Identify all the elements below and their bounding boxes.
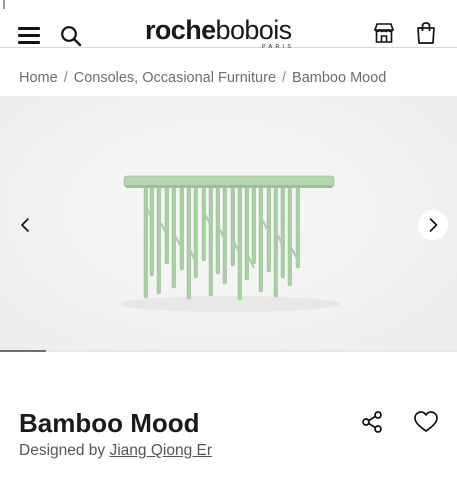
logo-text-light: bobois (215, 15, 293, 45)
gallery-progress-fill (0, 350, 46, 352)
breadcrumb: Home / Consoles, Occasional Furniture / Bamb… (19, 68, 386, 88)
store-icon[interactable] (372, 21, 396, 45)
product-image-gallery[interactable] (0, 96, 457, 352)
logo-text-bold: roche (145, 15, 216, 45)
gallery-prev-button[interactable] (12, 212, 38, 238)
product-image-bamboo-console (120, 175, 340, 312)
site-header: rochebobois PARIS (0, 0, 457, 50)
hamburger-menu-icon[interactable] (18, 26, 40, 44)
product-designer: Designed by Jiang Qiong Er (19, 441, 212, 461)
breadcrumb-category[interactable]: Consoles, Occasional Furniture (74, 70, 276, 86)
chevron-left-icon (21, 218, 29, 232)
product-title: Bamboo Mood (19, 408, 200, 438)
logo-subtitle: PARIS (262, 44, 295, 50)
gallery-progress-track (0, 350, 457, 352)
breadcrumb-current[interactable]: Bamboo Mood (292, 70, 386, 86)
designer-link[interactable]: Jiang Qiong Er (109, 442, 212, 459)
designed-by-label: Designed by (19, 442, 106, 459)
breadcrumb-separator: / (63, 70, 68, 86)
chevron-right-icon (429, 218, 438, 232)
brand-logo[interactable]: rochebobois PARIS (145, 14, 315, 52)
breadcrumb-separator: / (282, 70, 287, 86)
shopping-bag-icon[interactable] (415, 21, 437, 45)
search-icon[interactable] (60, 25, 82, 47)
heart-icon[interactable] (413, 410, 439, 434)
share-icon[interactable] (360, 410, 384, 434)
breadcrumb-home[interactable]: Home (19, 70, 58, 86)
gallery-next-button[interactable] (418, 210, 448, 240)
